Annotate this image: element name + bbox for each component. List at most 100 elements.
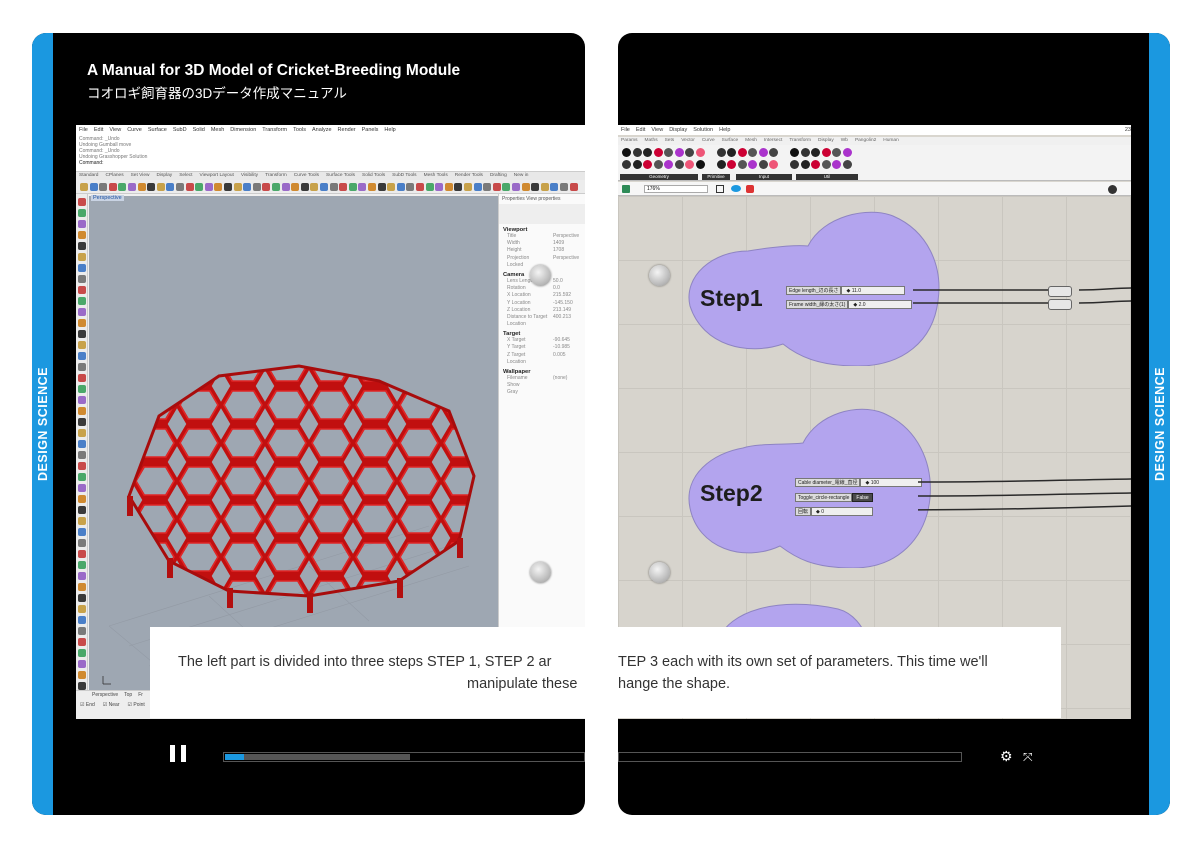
side-tool-icon[interactable] [78,286,86,294]
viewport-label[interactable]: Perspective [91,195,124,201]
side-tool-icon[interactable] [78,561,86,569]
side-tool-icon[interactable] [78,495,86,503]
side-tool-icon[interactable] [78,319,86,327]
toolbar-tool-icon[interactable] [176,183,184,191]
toolbar-tool-icon[interactable] [339,183,348,191]
gh-component-icon[interactable] [685,160,694,169]
side-tool-icon[interactable] [78,550,86,558]
property-value[interactable]: 215.592 [553,292,571,299]
toolbar-tool-icon[interactable] [531,183,540,191]
toolbar-tool-icon[interactable] [368,183,376,191]
toolbar-tool-icon[interactable] [444,183,453,191]
gh-component-icon[interactable] [821,160,831,169]
zoom-extents-icon[interactable] [716,185,724,193]
progress-bar[interactable] [223,752,585,762]
toolbar-tool-icon[interactable] [80,183,88,191]
gh-component-icon[interactable] [695,148,705,157]
gh-component-tab[interactable]: Params [621,138,638,144]
toolbar-tool-icon[interactable] [425,183,434,191]
save-icon[interactable] [622,185,630,193]
toolbar-tool-icon[interactable] [435,183,444,191]
side-tool-icon[interactable] [78,660,86,668]
command-prompt[interactable]: Command: [79,160,582,166]
toolbar-tool-icon[interactable] [281,183,290,191]
slider-value[interactable]: ◆ 11.0 [841,286,906,295]
toolbar-tool-icon[interactable] [233,183,242,191]
toolbar-tool-icon[interactable] [396,183,405,191]
component-category[interactable]: Geometry [620,174,698,180]
side-tool-icon[interactable] [78,451,86,459]
gh-component-tab[interactable]: Display [818,138,834,144]
side-tool-icon[interactable] [78,407,86,415]
side-tool-icon[interactable] [78,308,86,316]
rhino-menu-item[interactable]: Transform [262,127,287,133]
property-row[interactable]: Gray [499,389,585,396]
rhino-toolbar-tab[interactable]: Surface Tools [326,173,355,179]
osnap-toggle[interactable]: ☑ Point [128,702,145,708]
gh-component-tab[interactable]: Mesh [745,138,757,144]
side-tool-icon[interactable] [78,209,86,217]
gh-menu-item[interactable]: View [651,127,663,133]
gh-component-tab[interactable]: Intersect [764,138,782,144]
gh-component-icon[interactable] [748,160,757,169]
gh-component-icon[interactable] [727,160,736,169]
side-tool-icon[interactable] [78,638,86,646]
property-row[interactable]: Rotation 0.0 [499,285,585,292]
gh-menu-item[interactable]: Edit [636,127,645,133]
viewport-tab[interactable]: Perspective [92,692,118,698]
gh-component-icon[interactable] [632,160,642,169]
gh-component-icon[interactable] [653,160,663,169]
gh-component-icon[interactable] [811,148,820,157]
side-tool-icon[interactable] [78,594,86,602]
gh-component-icon[interactable] [674,160,684,169]
toolbar-tool-icon[interactable] [262,183,271,191]
side-tool-icon[interactable] [78,528,86,536]
toolbar-tool-icon[interactable] [224,183,232,191]
side-tool-icon[interactable] [78,198,86,206]
property-value[interactable]: 0.0 [553,285,560,292]
gh-component-icon[interactable] [727,148,736,157]
toolbar-tool-icon[interactable] [214,183,223,191]
toolbar-tool-icon[interactable] [512,183,520,191]
gh-component-icon[interactable] [737,148,747,157]
pause-button[interactable] [170,745,188,762]
gh-component-icon[interactable] [695,160,705,169]
side-tool-icon[interactable] [78,253,86,261]
property-value[interactable]: -145.150 [553,300,573,307]
gh-menu-item[interactable]: Solution [693,127,713,133]
settings-gear-icon[interactable]: ⚙ [1000,749,1013,763]
side-tool-icon[interactable] [78,440,86,448]
gh-menu-item[interactable]: File [621,127,630,133]
gh-component-icon[interactable] [685,148,694,157]
toolbar-tool-icon[interactable] [320,183,328,191]
gh-component-icon[interactable] [622,160,631,169]
rhino-toolbar-tab[interactable]: Mesh Tools [424,173,448,179]
rhino-toolbar-tab[interactable]: Set View [131,173,150,179]
rhino-menu-item[interactable]: View [109,127,121,133]
side-tool-icon[interactable] [78,396,86,404]
property-row[interactable]: Y Target -10.985 [499,344,585,351]
gh-component-tab[interactable]: Surface [722,138,739,144]
gh-component-tab[interactable]: Pangolin2 [855,138,876,144]
gh-component-tab[interactable]: Sets [665,138,675,144]
toolbar-tool-icon[interactable] [521,183,530,191]
property-row[interactable]: Show [499,382,585,389]
progress-bar-continued[interactable] [618,752,962,762]
toolbar-tool-icon[interactable] [204,183,213,191]
side-tool-icon[interactable] [78,341,86,349]
toolbar-tool-icon[interactable] [387,183,396,191]
gh-component-tab[interactable]: Human [883,138,898,144]
toolbar-tool-icon[interactable] [185,183,194,191]
panel-tabs[interactable]: Properties View properties [499,194,585,204]
component-category[interactable]: Util [796,174,858,180]
property-value[interactable]: -90.645 [553,337,570,344]
gh-component-icon[interactable] [643,148,652,157]
toolbar-tool-icon[interactable] [156,183,165,191]
toolbar-tool-icon[interactable] [550,183,559,191]
gh-component-icon[interactable] [737,160,747,169]
rhino-menu-item[interactable]: Panels [362,127,379,133]
side-tool-icon[interactable] [78,682,86,690]
gh-component-icon[interactable] [821,148,831,157]
side-tool-icon[interactable] [78,264,86,272]
rhino-toolbar-tab[interactable]: Render Tools [455,173,483,179]
